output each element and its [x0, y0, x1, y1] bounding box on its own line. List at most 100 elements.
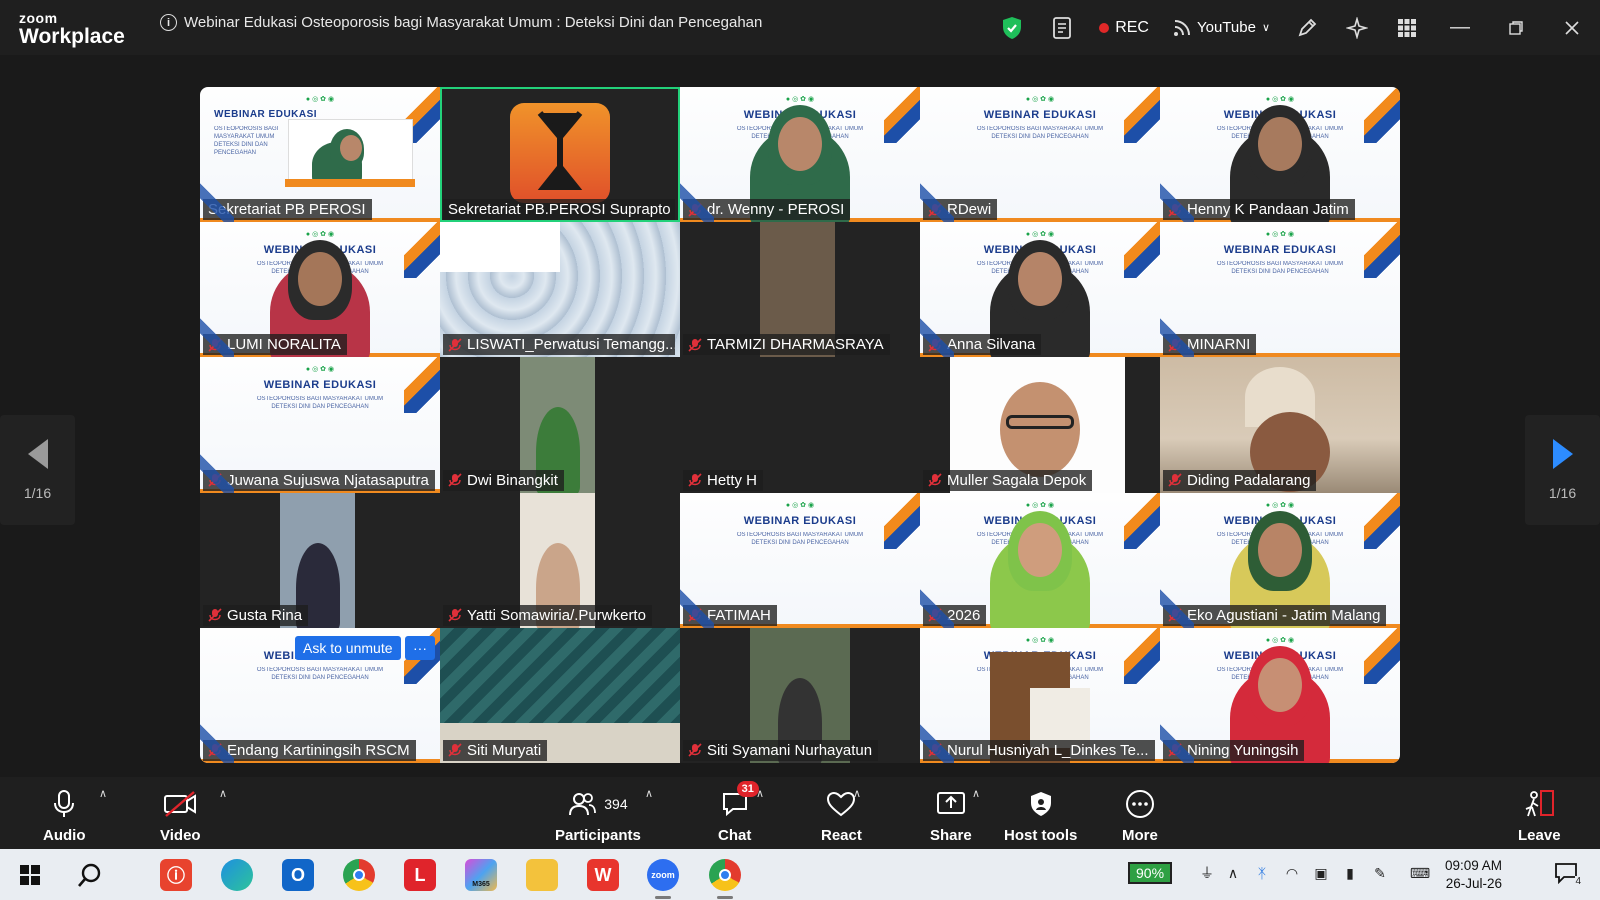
- participant-name-label: Siti Muryati: [443, 739, 548, 761]
- clock-time: 09:09 AM: [1445, 858, 1503, 873]
- audio-options-caret-icon[interactable]: ∧: [99, 787, 107, 800]
- taskbar-app-l-icon[interactable]: L: [404, 859, 436, 891]
- taskbar-app-l-letter: L: [414, 864, 426, 885]
- audio-button[interactable]: Audio: [43, 789, 86, 844]
- participant-tile[interactable]: ● ◎ ✿ ◉WEBINAR EDUKASIOSTEOPOROSIS BAGI …: [1160, 87, 1400, 223]
- participants-options-caret-icon[interactable]: ∧: [645, 787, 653, 800]
- participant-name-label: 2026: [923, 604, 987, 626]
- participant-tile[interactable]: ● ◎ ✿ ◉WEBINAR EDUKASIOSTEOPOROSIS BAGI …: [1160, 627, 1400, 763]
- sponsor-logos: ● ◎ ✿ ◉: [1265, 231, 1295, 239]
- device-icon[interactable]: ▣: [1311, 863, 1331, 883]
- next-page-button[interactable]: 1/16: [1525, 415, 1600, 525]
- participant-tile[interactable]: Siti Syamani Nurhayatun: [680, 627, 920, 763]
- taskbar-app-chrome-icon[interactable]: [343, 859, 375, 891]
- notifications-icon[interactable]: 4: [1553, 863, 1581, 887]
- minimize-button[interactable]: —: [1432, 0, 1488, 55]
- search-button[interactable]: [74, 859, 106, 891]
- participant-name: Siti Muryati: [467, 741, 542, 759]
- participant-tile[interactable]: ● ◎ ✿ ◉WEBINAR EDUKASIOSTEOPOROSIS BAGI …: [920, 87, 1160, 223]
- participant-tile[interactable]: LISWATI_Perwatusi Temangg...: [440, 222, 680, 358]
- taskbar-app-file-explorer-icon[interactable]: [526, 859, 558, 891]
- participant-name: TARMIZI DHARMASRAYA: [707, 336, 884, 354]
- participant-tile[interactable]: Yatti Somawiria/.Purwkerto: [440, 492, 680, 628]
- more-button[interactable]: More: [1122, 789, 1158, 844]
- participant-tile[interactable]: ● ◎ ✿ ◉WEBINAR EDUKASIOSTEOPOROSIS BAGI …: [200, 87, 440, 223]
- participant-tile[interactable]: ● ◎ ✿ ◉WEBINAR EDUKASIOSTEOPOROSIS BAGI …: [920, 627, 1160, 763]
- notes-icon[interactable]: [1049, 15, 1075, 41]
- participant-face: [1258, 657, 1302, 712]
- gallery-grid: ● ◎ ✿ ◉ WEBINAR EDUKASI OSTEOPOROSIS BAGI …: [200, 87, 1400, 763]
- pen-icon[interactable]: ✎: [1370, 863, 1390, 883]
- participant-tile[interactable]: Hetty H: [680, 357, 920, 493]
- participant-tile[interactable]: Siti Muryati: [440, 627, 680, 763]
- microphone-muted-icon: [208, 743, 222, 758]
- host-tools-button[interactable]: Host tools: [1004, 789, 1077, 844]
- participant-name-label: Diding Padalarang: [1163, 469, 1317, 491]
- taskbar-app-office-icon[interactable]: ⓘ: [160, 859, 192, 891]
- ai-companion-icon[interactable]: [1344, 15, 1370, 41]
- taskbar-app-outlook-icon[interactable]: O: [282, 859, 314, 891]
- participant-name: MINARNI: [1187, 336, 1251, 354]
- share-button[interactable]: Share: [930, 789, 972, 844]
- participant-tile[interactable]: ● ◎ ✿ ◉WEBINAR EDUKASIOSTEOPOROSIS BAGI …: [1160, 492, 1400, 628]
- participant-name-label: Muller Sagala Depok: [923, 469, 1093, 491]
- participant-tile[interactable]: ● ◎ ✿ ◉WEBINAR EDUKASIOSTEOPOROSIS BAGI …: [680, 87, 920, 223]
- start-button[interactable]: [14, 859, 46, 891]
- participant-name-label: Anna Silvana: [923, 334, 1042, 356]
- microphone-muted-icon: [208, 338, 222, 352]
- taskbar-app-m365-icon[interactable]: M365: [465, 859, 497, 891]
- ask-to-unmute-button[interactable]: Ask to unmute: [295, 635, 401, 660]
- webinar-banner-subtitle: OSTEOPOROSIS BAGI MASYARAKAT UMUMDETEKSI…: [200, 666, 440, 682]
- taskbar-app-chrome-2-icon[interactable]: [709, 859, 741, 899]
- participant-tile[interactable]: ● ◎ ✿ ◉WEBINAR EDUKASIOSTEOPOROSIS BAGI …: [1160, 222, 1400, 358]
- participant-tile[interactable]: Muller Sagala Depok: [920, 357, 1160, 493]
- sponsor-logos: ● ◎ ✿ ◉: [305, 231, 335, 239]
- sponsor-logos: ● ◎ ✿ ◉: [305, 366, 335, 374]
- restore-button[interactable]: [1488, 0, 1544, 55]
- info-icon[interactable]: i: [160, 14, 177, 31]
- power-plug-icon[interactable]: ⏚: [1197, 863, 1217, 883]
- participant-tile[interactable]: ● ◎ ✿ ◉WEBINAR EDUKASIOSTEOPOROSIS BAGI …: [920, 492, 1160, 628]
- chevron-up-icon[interactable]: ∧: [1223, 863, 1243, 883]
- react-options-caret-icon[interactable]: ∧: [853, 787, 861, 800]
- chat-button[interactable]: 31 Chat: [718, 781, 759, 844]
- close-button[interactable]: [1544, 0, 1600, 55]
- rec-label: REC: [1115, 18, 1149, 36]
- heart-icon: [827, 791, 856, 817]
- participant-tile[interactable]: Gusta Rina: [200, 492, 440, 628]
- taskbar-app-edge-icon[interactable]: [221, 859, 253, 891]
- battery-indicator[interactable]: 90%: [1128, 862, 1173, 884]
- tray-microphone-icon[interactable]: ▮: [1340, 863, 1360, 883]
- participants-button[interactable]: 394 Participants: [555, 789, 641, 844]
- share-options-caret-icon[interactable]: ∧: [972, 787, 980, 800]
- apps-grid-icon[interactable]: [1394, 15, 1420, 41]
- windows-logo-icon: [20, 865, 40, 885]
- participant-tile[interactable]: Sekretariat PB.PEROSI Suprapto: [440, 87, 680, 223]
- participant-tile[interactable]: TARMIZI DHARMASRAYA: [680, 222, 920, 358]
- participant-tile[interactable]: ● ◎ ✿ ◉WEBINAR EDUKASIOSTEOPOROSIS BAGI …: [200, 222, 440, 358]
- taskbar-app-wps-icon[interactable]: W: [587, 859, 619, 891]
- system-clock[interactable]: 09:09 AM 26-Jul-26: [1445, 857, 1502, 893]
- wifi-icon[interactable]: ◠: [1282, 863, 1302, 883]
- participant-tile[interactable]: ● ◎ ✿ ◉WEBINAR EDUKASIOSTEOPOROSIS BAGI …: [200, 357, 440, 493]
- participant-tile[interactable]: ● ◎ ✿ ◉WEBINAR EDUKASIOSTEOPOROSIS BAGI …: [920, 222, 1160, 358]
- taskbar-app-zoom-icon[interactable]: zoom: [647, 859, 679, 899]
- pen-annotate-icon[interactable]: [1294, 15, 1320, 41]
- livestream-youtube-menu[interactable]: YouTube ∨: [1173, 19, 1270, 37]
- video-options-caret-icon[interactable]: ∧: [219, 787, 227, 800]
- previous-page-button[interactable]: 1/16: [0, 415, 75, 525]
- leave-button[interactable]: Leave: [1518, 789, 1561, 844]
- participant-tile[interactable]: ● ◎ ✿ ◉WEBINAR EDUKASIOSTEOPOROSIS BAGI …: [200, 627, 440, 763]
- banner-sub-line1: OSTEOPOROSIS BAGI MASYARAKAT UMUM: [256, 396, 384, 403]
- tile-more-options-button[interactable]: ···: [405, 635, 435, 660]
- encryption-shield-icon[interactable]: [999, 15, 1025, 41]
- bluetooth-icon[interactable]: ᛡ: [1252, 863, 1272, 883]
- participant-tile[interactable]: Diding Padalarang: [1160, 357, 1400, 493]
- participant-tile[interactable]: Dwi Binangkit: [440, 357, 680, 493]
- video-button[interactable]: Video: [160, 789, 201, 844]
- meeting-title[interactable]: i Webinar Edukasi Osteoporosis bagi Masy…: [160, 14, 762, 31]
- recording-indicator[interactable]: REC: [1099, 19, 1149, 37]
- keyboard-icon[interactable]: ⌨: [1405, 863, 1435, 883]
- participant-tile[interactable]: ● ◎ ✿ ◉WEBINAR EDUKASIOSTEOPOROSIS BAGI …: [680, 492, 920, 628]
- chat-options-caret-icon[interactable]: ∧: [756, 787, 764, 800]
